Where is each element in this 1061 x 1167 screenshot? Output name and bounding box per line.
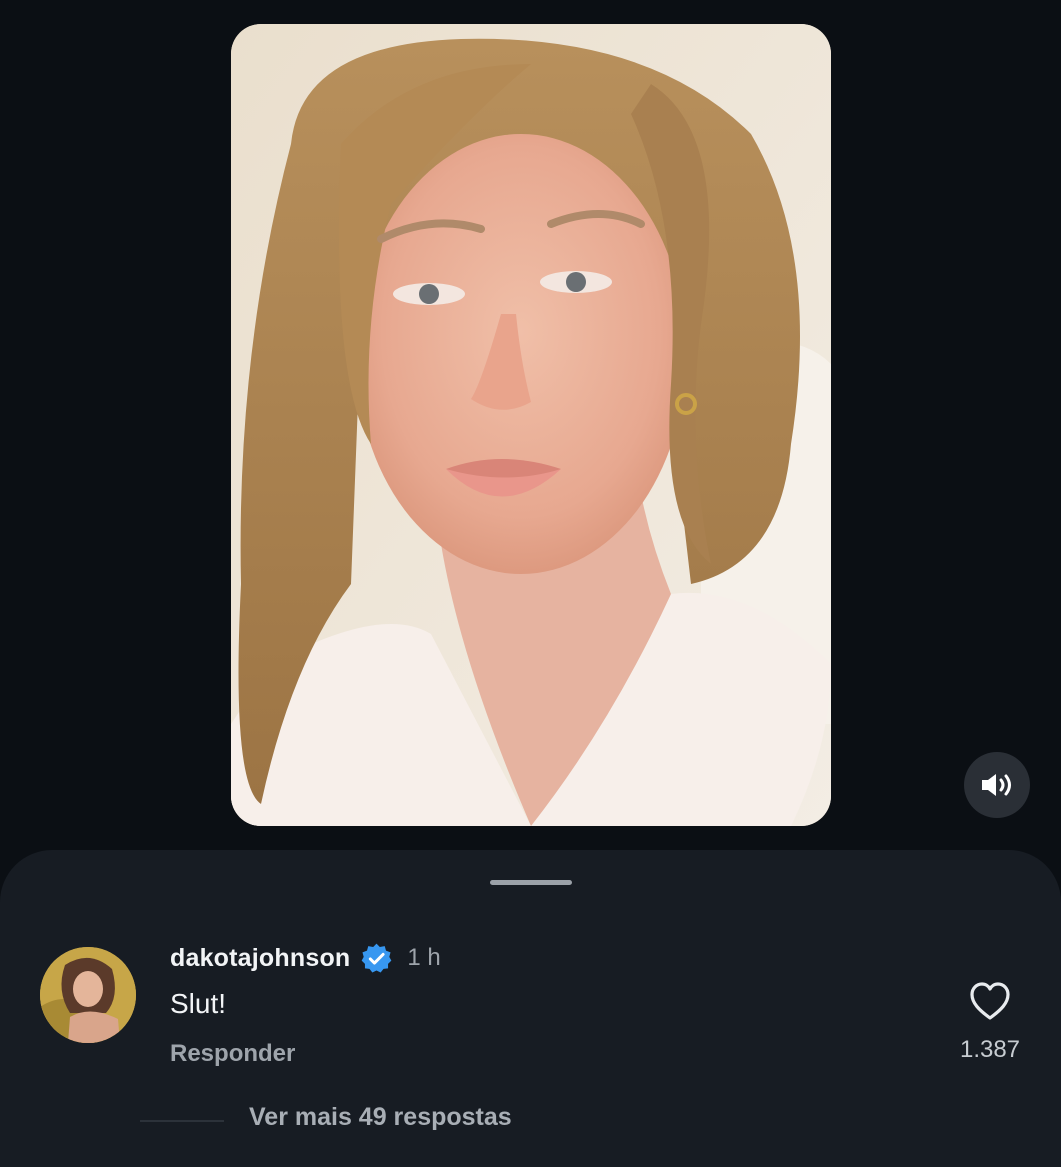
sheet-grab-handle[interactable] [490,880,572,885]
reels-screen: dakotajohnson 1 h Slut! Responder 1.387 … [0,0,1061,1167]
video-player[interactable] [231,24,831,826]
comment-timestamp: 1 h [407,944,441,971]
avatar[interactable] [40,947,136,1043]
comment-header: dakotajohnson 1 h [170,940,441,976]
view-more-replies-button[interactable]: Ver mais 49 respostas [249,1103,512,1132]
comment-text: Slut! [170,988,227,1019]
video-frame [231,24,831,826]
comments-sheet: dakotajohnson 1 h Slut! Responder 1.387 … [0,850,1061,1167]
avatar-image [40,947,136,1043]
heart-outline-icon[interactable] [969,981,1011,1021]
comment-username[interactable]: dakotajohnson [170,944,350,973]
like-count: 1.387 [959,1036,1021,1063]
replies-divider [140,1120,224,1122]
reply-button[interactable]: Responder [170,1040,295,1068]
speaker-sound-icon [982,774,1011,796]
verified-badge-icon [362,943,392,973]
mute-toggle-button[interactable] [964,752,1030,818]
